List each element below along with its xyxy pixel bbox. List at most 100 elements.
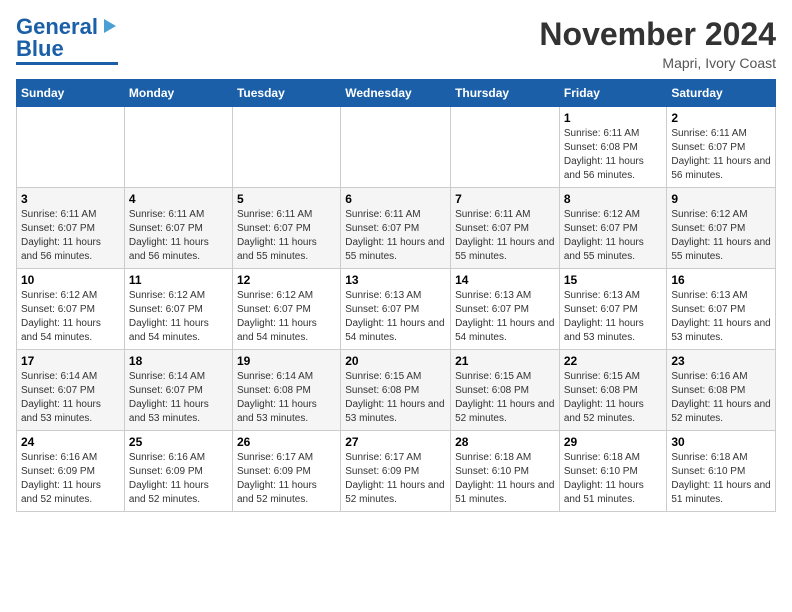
calendar-cell: 18 Sunrise: 6:14 AM Sunset: 6:07 PM Dayli… bbox=[124, 350, 232, 431]
day-info: Sunrise: 6:12 AM Sunset: 6:07 PM Dayligh… bbox=[129, 289, 228, 345]
calendar-cell: 16 Sunrise: 6:13 AM Sunset: 6:07 PM Dayli… bbox=[667, 269, 776, 350]
day-number: 6 bbox=[345, 192, 446, 206]
day-number: 12 bbox=[237, 273, 336, 287]
day-info: Sunrise: 6:14 AM Sunset: 6:07 PM Dayligh… bbox=[129, 370, 228, 426]
day-number: 21 bbox=[455, 354, 555, 368]
calendar-cell bbox=[17, 107, 125, 188]
weekday-header-tuesday: Tuesday bbox=[232, 80, 340, 107]
day-info: Sunrise: 6:15 AM Sunset: 6:08 PM Dayligh… bbox=[564, 370, 663, 426]
day-info: Sunrise: 6:17 AM Sunset: 6:09 PM Dayligh… bbox=[237, 451, 336, 507]
logo-text: General bbox=[16, 16, 98, 38]
logo-text2: Blue bbox=[16, 38, 64, 60]
day-number: 16 bbox=[671, 273, 771, 287]
calendar-cell: 28 Sunrise: 6:18 AM Sunset: 6:10 PM Dayli… bbox=[451, 431, 560, 512]
calendar-cell: 29 Sunrise: 6:18 AM Sunset: 6:10 PM Dayli… bbox=[559, 431, 667, 512]
day-info: Sunrise: 6:12 AM Sunset: 6:07 PM Dayligh… bbox=[237, 289, 336, 345]
weekday-header-row: SundayMondayTuesdayWednesdayThursdayFrid… bbox=[17, 80, 776, 107]
calendar-cell: 1Sunrise: 6:11 AM Sunset: 6:08 PM Daylig… bbox=[559, 107, 667, 188]
day-number: 14 bbox=[455, 273, 555, 287]
header: General Blue November 2024 Mapri, Ivory … bbox=[16, 16, 776, 71]
calendar-cell: 22Sunrise: 6:15 AM Sunset: 6:08 PM Dayli… bbox=[559, 350, 667, 431]
calendar-week-3: 10 Sunrise: 6:12 AM Sunset: 6:07 PM Dayli… bbox=[17, 269, 776, 350]
calendar-cell: 8 Sunrise: 6:12 AM Sunset: 6:07 PM Daylig… bbox=[559, 188, 667, 269]
logo-arrow-icon bbox=[100, 17, 118, 35]
calendar-cell: 10 Sunrise: 6:12 AM Sunset: 6:07 PM Dayli… bbox=[17, 269, 125, 350]
logo-underline bbox=[16, 62, 118, 65]
weekday-header-sunday: Sunday bbox=[17, 80, 125, 107]
calendar-cell: 20 Sunrise: 6:15 AM Sunset: 6:08 PM Dayli… bbox=[341, 350, 451, 431]
calendar-cell: 24 Sunrise: 6:16 AM Sunset: 6:09 PM Dayli… bbox=[17, 431, 125, 512]
calendar-cell: 5 Sunrise: 6:11 AM Sunset: 6:07 PM Daylig… bbox=[232, 188, 340, 269]
month-title: November 2024 bbox=[539, 16, 776, 53]
day-number: 24 bbox=[21, 435, 120, 449]
day-number: 9 bbox=[671, 192, 771, 206]
day-number: 28 bbox=[455, 435, 555, 449]
day-number: 15 bbox=[564, 273, 663, 287]
calendar-cell: 13Sunrise: 6:13 AM Sunset: 6:07 PM Dayli… bbox=[341, 269, 451, 350]
calendar-week-4: 17 Sunrise: 6:14 AM Sunset: 6:07 PM Dayli… bbox=[17, 350, 776, 431]
calendar-cell: 23 Sunrise: 6:16 AM Sunset: 6:08 PM Dayli… bbox=[667, 350, 776, 431]
day-info: Sunrise: 6:16 AM Sunset: 6:09 PM Dayligh… bbox=[21, 451, 120, 507]
day-number: 4 bbox=[129, 192, 228, 206]
day-info: Sunrise: 6:12 AM Sunset: 6:07 PM Dayligh… bbox=[21, 289, 120, 345]
calendar-cell bbox=[451, 107, 560, 188]
calendar-cell bbox=[341, 107, 451, 188]
day-info: Sunrise: 6:18 AM Sunset: 6:10 PM Dayligh… bbox=[564, 451, 663, 507]
day-number: 25 bbox=[129, 435, 228, 449]
calendar-week-5: 24 Sunrise: 6:16 AM Sunset: 6:09 PM Dayli… bbox=[17, 431, 776, 512]
day-number: 30 bbox=[671, 435, 771, 449]
day-info: Sunrise: 6:14 AM Sunset: 6:08 PM Dayligh… bbox=[237, 370, 336, 426]
day-info: Sunrise: 6:11 AM Sunset: 6:07 PM Dayligh… bbox=[345, 208, 446, 264]
day-number: 29 bbox=[564, 435, 663, 449]
day-info: Sunrise: 6:11 AM Sunset: 6:07 PM Dayligh… bbox=[455, 208, 555, 264]
calendar-week-1: 1Sunrise: 6:11 AM Sunset: 6:08 PM Daylig… bbox=[17, 107, 776, 188]
calendar-cell bbox=[232, 107, 340, 188]
day-number: 8 bbox=[564, 192, 663, 206]
day-number: 1 bbox=[564, 111, 663, 125]
day-number: 23 bbox=[671, 354, 771, 368]
day-number: 3 bbox=[21, 192, 120, 206]
weekday-header-saturday: Saturday bbox=[667, 80, 776, 107]
calendar-cell: 19 Sunrise: 6:14 AM Sunset: 6:08 PM Dayli… bbox=[232, 350, 340, 431]
day-info: Sunrise: 6:16 AM Sunset: 6:08 PM Dayligh… bbox=[671, 370, 771, 426]
calendar-cell: 12 Sunrise: 6:12 AM Sunset: 6:07 PM Dayli… bbox=[232, 269, 340, 350]
day-number: 5 bbox=[237, 192, 336, 206]
day-info: Sunrise: 6:17 AM Sunset: 6:09 PM Dayligh… bbox=[345, 451, 446, 507]
day-info: Sunrise: 6:11 AM Sunset: 6:07 PM Dayligh… bbox=[671, 127, 771, 183]
calendar-table: SundayMondayTuesdayWednesdayThursdayFrid… bbox=[16, 79, 776, 512]
logo: General Blue bbox=[16, 16, 118, 65]
day-number: 19 bbox=[237, 354, 336, 368]
day-info: Sunrise: 6:12 AM Sunset: 6:07 PM Dayligh… bbox=[671, 208, 771, 264]
calendar-cell: 7Sunrise: 6:11 AM Sunset: 6:07 PM Daylig… bbox=[451, 188, 560, 269]
calendar-cell bbox=[124, 107, 232, 188]
calendar-cell: 9 Sunrise: 6:12 AM Sunset: 6:07 PM Daylig… bbox=[667, 188, 776, 269]
calendar-cell: 6 Sunrise: 6:11 AM Sunset: 6:07 PM Daylig… bbox=[341, 188, 451, 269]
calendar-cell: 17Sunrise: 6:14 AM Sunset: 6:07 PM Dayli… bbox=[17, 350, 125, 431]
day-info: Sunrise: 6:13 AM Sunset: 6:07 PM Dayligh… bbox=[671, 289, 771, 345]
calendar-cell: 15 Sunrise: 6:13 AM Sunset: 6:07 PM Dayli… bbox=[559, 269, 667, 350]
day-number: 10 bbox=[21, 273, 120, 287]
day-number: 17 bbox=[21, 354, 120, 368]
weekday-header-wednesday: Wednesday bbox=[341, 80, 451, 107]
day-number: 2 bbox=[671, 111, 771, 125]
day-number: 11 bbox=[129, 273, 228, 287]
title-section: November 2024 Mapri, Ivory Coast bbox=[539, 16, 776, 71]
weekday-header-thursday: Thursday bbox=[451, 80, 560, 107]
day-info: Sunrise: 6:11 AM Sunset: 6:07 PM Dayligh… bbox=[237, 208, 336, 264]
day-info: Sunrise: 6:18 AM Sunset: 6:10 PM Dayligh… bbox=[455, 451, 555, 507]
day-info: Sunrise: 6:13 AM Sunset: 6:07 PM Dayligh… bbox=[564, 289, 663, 345]
day-info: Sunrise: 6:11 AM Sunset: 6:07 PM Dayligh… bbox=[21, 208, 120, 264]
day-info: Sunrise: 6:13 AM Sunset: 6:07 PM Dayligh… bbox=[455, 289, 555, 345]
day-info: Sunrise: 6:15 AM Sunset: 6:08 PM Dayligh… bbox=[345, 370, 446, 426]
weekday-header-friday: Friday bbox=[559, 80, 667, 107]
day-info: Sunrise: 6:18 AM Sunset: 6:10 PM Dayligh… bbox=[671, 451, 771, 507]
location: Mapri, Ivory Coast bbox=[539, 55, 776, 71]
day-number: 18 bbox=[129, 354, 228, 368]
calendar-cell: 2 Sunrise: 6:11 AM Sunset: 6:07 PM Daylig… bbox=[667, 107, 776, 188]
calendar-week-2: 3 Sunrise: 6:11 AM Sunset: 6:07 PM Daylig… bbox=[17, 188, 776, 269]
calendar-cell: 14 Sunrise: 6:13 AM Sunset: 6:07 PM Dayli… bbox=[451, 269, 560, 350]
calendar-cell: 11 Sunrise: 6:12 AM Sunset: 6:07 PM Dayli… bbox=[124, 269, 232, 350]
day-info: Sunrise: 6:12 AM Sunset: 6:07 PM Dayligh… bbox=[564, 208, 663, 264]
weekday-header-monday: Monday bbox=[124, 80, 232, 107]
day-number: 20 bbox=[345, 354, 446, 368]
